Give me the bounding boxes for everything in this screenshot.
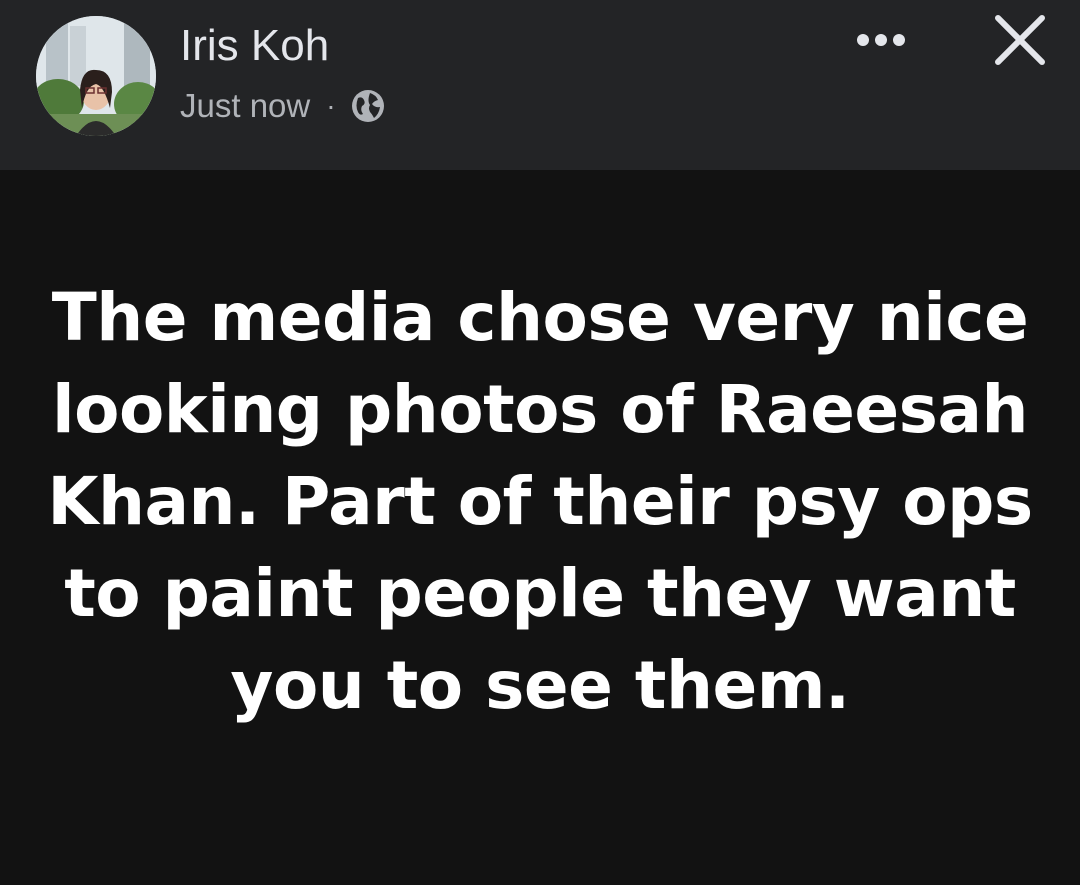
meta-separator: · [326,90,336,121]
close-button[interactable] [990,10,1050,70]
more-options-icon [857,34,905,46]
close-icon [995,15,1045,65]
post-text: The media chose very nice looking photos… [47,279,1033,724]
post-timestamp[interactable]: Just now [180,87,310,125]
post-content: The media chose very nice looking photos… [40,170,1040,885]
globe-icon[interactable] [350,88,386,124]
more-options-button[interactable] [842,20,920,60]
post-header: Iris Koh Just now · [0,0,1080,170]
author-name[interactable]: Iris Koh [180,18,329,74]
avatar-image [36,16,156,136]
author-avatar[interactable] [36,16,156,136]
post-meta: Just now · [180,82,386,130]
